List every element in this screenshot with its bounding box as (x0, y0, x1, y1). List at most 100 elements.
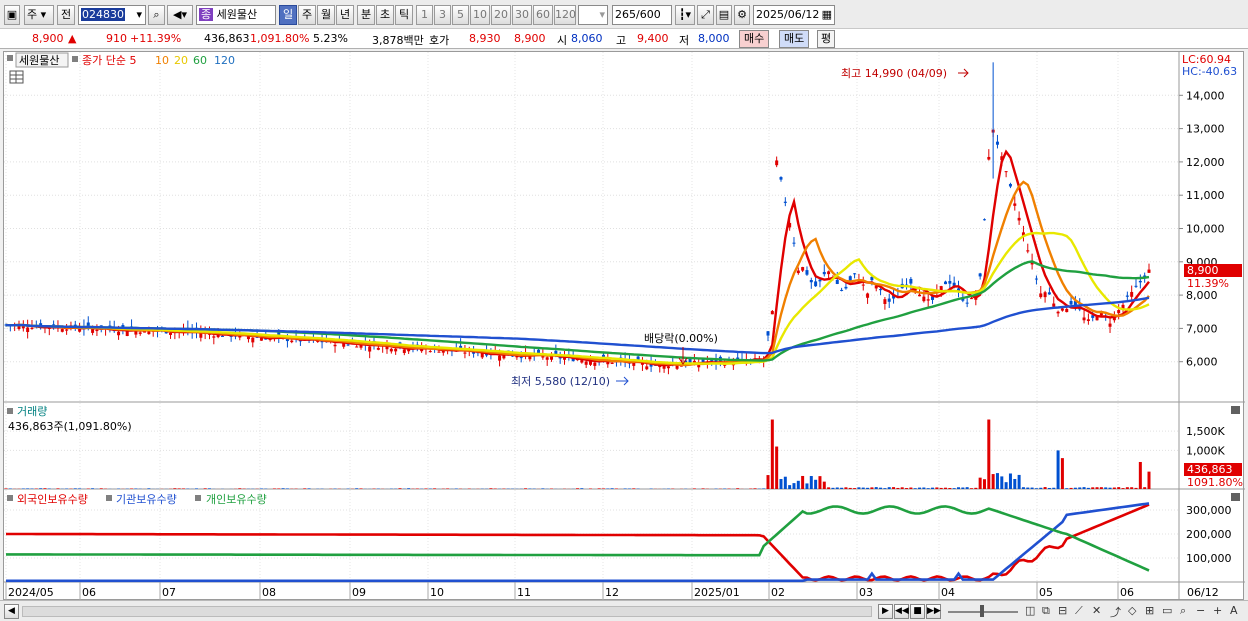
layout-icon[interactable]: ◫ (1025, 604, 1035, 617)
scroll-track[interactable] (22, 606, 872, 617)
period-week[interactable]: 주 (298, 5, 316, 25)
institution-holdings-legend[interactable]: 기관보유수량 (116, 493, 177, 506)
crosshair-icon[interactable]: ✕ (1092, 604, 1101, 617)
volume-bar (78, 488, 82, 489)
period-minute[interactable]: 분 (357, 5, 375, 25)
holdings-close-icon[interactable] (1231, 493, 1240, 501)
settings-gear-icon[interactable]: ⚙ (734, 5, 750, 25)
individual-holdings-legend[interactable]: 개인보유수량 (206, 493, 267, 506)
interval-30[interactable]: 30 (512, 5, 532, 25)
volume-bar (1039, 487, 1043, 489)
candle-body (1008, 183, 1012, 187)
period-year[interactable]: 년 (336, 5, 354, 25)
volume-close-icon[interactable] (1231, 406, 1240, 414)
zoom-out-icon[interactable]: − (1196, 604, 1205, 617)
scroll-right-icon[interactable]: ▶ (878, 604, 893, 619)
ma60-legend[interactable]: 60 (193, 54, 207, 67)
time-tick-label: 05 (1039, 586, 1053, 599)
zoom-slider-thumb[interactable] (980, 605, 984, 617)
candle-body (1082, 317, 1086, 321)
volume-bar (1056, 450, 1060, 489)
interval-10[interactable]: 10 (470, 5, 490, 25)
volume-bar (918, 487, 922, 489)
candle-body (78, 329, 82, 332)
candle-body (809, 280, 813, 283)
buy-button[interactable]: 매수 (739, 30, 770, 48)
period-month[interactable]: 월 (317, 5, 335, 25)
candle-body (125, 331, 129, 337)
ma120-legend[interactable]: 120 (214, 54, 235, 67)
interval-5[interactable]: 5 (452, 5, 469, 25)
calendar-icon[interactable]: ▦ (822, 6, 832, 24)
scroll-last-icon[interactable]: ▶▶ (926, 604, 941, 619)
ma10-legend[interactable]: 10 (155, 54, 169, 67)
volume-bar (43, 488, 47, 489)
volume-bar (965, 487, 969, 489)
search-icon[interactable]: ⌕ (148, 5, 165, 25)
scroll-left-icon[interactable]: ◀ (4, 604, 19, 619)
volume-bar (844, 487, 848, 489)
stock-name-field[interactable]: 종 세원물산 (196, 5, 276, 25)
interval-1[interactable]: 1 (416, 5, 433, 25)
eval-button[interactable]: 평 (817, 30, 836, 48)
stop-icon[interactable]: ■ (910, 604, 925, 619)
market-select[interactable]: 주 ▾ (24, 5, 54, 25)
up-arrow-icon: ▲ (68, 32, 77, 45)
prev-button[interactable]: 전 (57, 5, 75, 25)
chart-svg[interactable]: 14,00013,00012,00011,00010,0009,0008,000… (4, 52, 1245, 601)
interval-60[interactable]: 60 (533, 5, 553, 25)
save-icon[interactable]: ▤ (716, 5, 732, 25)
zoom-in-icon[interactable]: + (1213, 604, 1222, 617)
ma5-legend[interactable]: 종가 단순 5 (82, 54, 136, 67)
screen-icon[interactable]: ▭ (1162, 604, 1172, 617)
draw-tool-icon[interactable]: ⤢ (697, 5, 714, 25)
bar-count-value: 265 (615, 8, 636, 21)
line-icon[interactable]: ⟋ (1075, 604, 1083, 618)
holdings-lines (6, 502, 1150, 583)
chart-toolbar: ▣ 주 ▾ 전 024830 ▾ ⌕ ◀▾ 종 세원물산 일 주 월 년 분 초… (0, 0, 1248, 29)
volume-bar (99, 488, 103, 489)
volume-title[interactable]: 거래량 (17, 405, 47, 418)
stock-code-input[interactable]: 024830 ▾ (78, 5, 146, 25)
interval-3[interactable]: 3 (434, 5, 451, 25)
period-day[interactable]: 일 (279, 5, 297, 25)
candle-body (848, 276, 852, 281)
mark-icon[interactable]: ◇ (1128, 604, 1136, 617)
volume-tick-label: 1,000K (1186, 444, 1225, 457)
zoom-search-icon[interactable]: ⌕ (1180, 604, 1186, 618)
time-tick-label: 12 (605, 586, 619, 599)
candle-body (844, 286, 848, 289)
period-tick[interactable]: 틱 (395, 5, 413, 25)
interval-20[interactable]: 20 (491, 5, 511, 25)
candle-body (584, 361, 588, 365)
trend-icon[interactable]: ⤴ (1110, 604, 1121, 620)
speaker-icon[interactable]: ◀▾ (167, 5, 193, 25)
interval-120[interactable]: 120 (554, 5, 576, 25)
volume-bar (632, 488, 636, 489)
bar-count-input[interactable]: 265/600 (612, 5, 672, 25)
scroll-first-icon[interactable]: ◀◀ (894, 604, 909, 619)
compare-icon[interactable]: ⊟ (1058, 604, 1067, 617)
candle-body (220, 335, 224, 337)
foreign-holdings-legend[interactable]: 외국인보유수량 (17, 493, 88, 506)
volume-bar (1043, 487, 1047, 489)
volume-bar (892, 487, 896, 489)
period-second[interactable]: 초 (376, 5, 394, 25)
volume-bar (1138, 461, 1142, 489)
copy-icon[interactable]: ⧉ (1042, 604, 1050, 618)
ma20-legend[interactable]: 20 (174, 54, 188, 67)
sell-button[interactable]: 매도 (779, 30, 810, 48)
candle-type-icon[interactable]: ┇▾ (675, 5, 695, 25)
volume-bar (173, 488, 177, 489)
window-menu-icon[interactable]: ▣ (4, 5, 20, 25)
candle-body (1060, 308, 1064, 311)
font-size-icon[interactable]: A (1230, 604, 1238, 617)
volume-bar (147, 488, 151, 489)
grid-icon[interactable]: ⊞ (1145, 604, 1154, 617)
volume-bar (303, 488, 307, 489)
volume-bar (987, 419, 991, 489)
interval-custom-select[interactable]: ▾ (578, 5, 608, 25)
candle-body (879, 289, 883, 291)
date-input[interactable]: 2025/06/12 ▦ (753, 5, 835, 25)
chart-area[interactable]: 14,000 13,000 12,000 11,000 10,000 9,000 8,000… (3, 51, 1245, 601)
